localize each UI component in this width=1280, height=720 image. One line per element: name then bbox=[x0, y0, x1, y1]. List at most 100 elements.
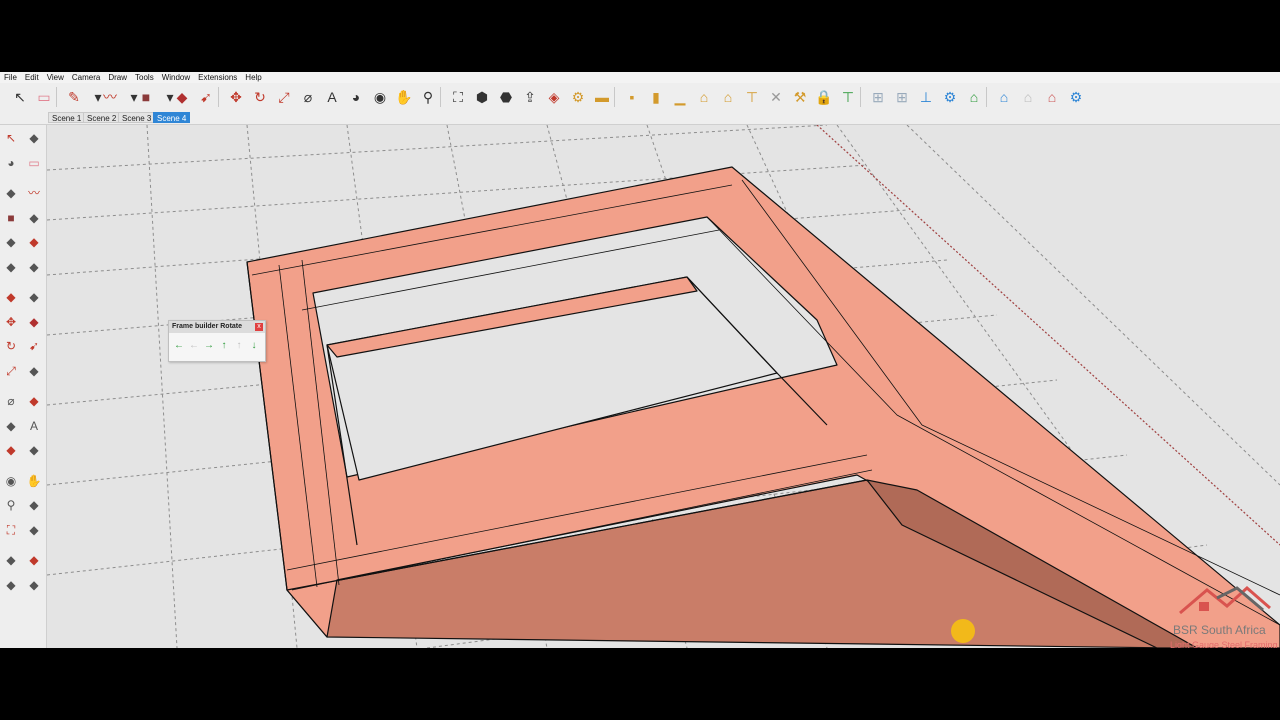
zoom-window-icon[interactable]: ◆ bbox=[25, 496, 43, 514]
paint-bucket-icon[interactable]: ◕ bbox=[2, 154, 20, 172]
previous-view-icon[interactable]: ◆ bbox=[25, 521, 43, 539]
menu-edit[interactable]: Edit bbox=[21, 72, 43, 83]
line-icon[interactable]: ◆ bbox=[2, 184, 20, 202]
extension-warehouse-icon[interactable]: ⬣ bbox=[496, 87, 516, 107]
zoom-extents-icon[interactable]: ⛶ bbox=[448, 87, 468, 107]
brace-icon[interactable]: ⊤ bbox=[742, 87, 762, 107]
circle-icon[interactable]: ◆ bbox=[2, 233, 20, 251]
rectangle-icon[interactable]: ■ bbox=[136, 87, 156, 107]
menu-tools[interactable]: Tools bbox=[131, 72, 158, 83]
polygon-icon[interactable]: ◆ bbox=[25, 233, 43, 251]
menu-window[interactable]: Window bbox=[158, 72, 194, 83]
push-pull-icon[interactable]: ◆ bbox=[25, 313, 43, 331]
menu-file[interactable]: File bbox=[0, 72, 21, 83]
follow-me-icon[interactable]: ➹ bbox=[196, 87, 216, 107]
settings-icon[interactable]: ⚙ bbox=[1066, 87, 1086, 107]
move-icon[interactable]: ✥ bbox=[226, 87, 246, 107]
pencil-icon[interactable]: ✎ bbox=[64, 87, 84, 107]
floor-icon[interactable]: ▁ bbox=[670, 87, 690, 107]
scale-icon[interactable]: ⤢ bbox=[274, 87, 294, 107]
offset-icon[interactable]: ◆ bbox=[25, 362, 43, 380]
roof-truss-4-icon[interactable]: ⌂ bbox=[1042, 87, 1062, 107]
close-icon[interactable]: x bbox=[255, 323, 263, 331]
rotate-icon[interactable]: ↻ bbox=[2, 337, 20, 355]
rotated-rectangle-icon[interactable]: ◆ bbox=[25, 209, 43, 227]
select-icon[interactable]: ↖ bbox=[10, 87, 30, 107]
frame-tee-icon[interactable]: ⊥ bbox=[916, 87, 936, 107]
frame-grid-icon[interactable]: ⊞ bbox=[868, 87, 888, 107]
scale-icon[interactable]: ⤢ bbox=[2, 362, 20, 380]
3d-text-icon[interactable]: ◆ bbox=[25, 441, 43, 459]
menu-draw[interactable]: Draw bbox=[104, 72, 131, 83]
rotate-up-alt-icon[interactable]: ↑ bbox=[231, 338, 247, 354]
look-around-icon[interactable]: ◆ bbox=[25, 551, 43, 569]
section-plane-icon[interactable]: ◆ bbox=[25, 576, 43, 594]
rotate-down-icon[interactable]: ↓ bbox=[246, 338, 262, 354]
protractor-icon[interactable]: ◆ bbox=[2, 417, 20, 435]
box-icon[interactable]: ▪ bbox=[622, 87, 642, 107]
zoom-icon[interactable]: ⚲ bbox=[2, 496, 20, 514]
scene-tab-3[interactable]: Scene 3 bbox=[118, 112, 156, 123]
follow-me-icon[interactable]: ➹ bbox=[25, 337, 43, 355]
ruby-icon[interactable]: ◈ bbox=[544, 87, 564, 107]
zoom-icon[interactable]: ⚲ bbox=[418, 87, 438, 107]
settings-icon[interactable]: ⚙ bbox=[940, 87, 960, 107]
menu-view[interactable]: View bbox=[43, 72, 68, 83]
orbit-icon[interactable]: ◉ bbox=[370, 87, 390, 107]
freehand-icon[interactable]: 〰 bbox=[25, 184, 43, 202]
3d-viewport[interactable]: Frame builder Rotate x ← ← → ↑ ↑ ↓ bbox=[47, 125, 1280, 648]
walk-icon[interactable]: ◆ bbox=[2, 576, 20, 594]
paint-bucket-icon[interactable]: ◕ bbox=[346, 87, 366, 107]
cross-brace-icon[interactable]: ✕ bbox=[766, 87, 786, 107]
pan-icon[interactable]: ✋ bbox=[25, 472, 43, 490]
truss-icon[interactable]: ⌂ bbox=[694, 87, 714, 107]
text-icon[interactable]: A bbox=[322, 87, 342, 107]
text-icon[interactable]: A bbox=[25, 417, 43, 435]
lock-icon[interactable]: 🔒 bbox=[814, 87, 834, 107]
rotate-right-icon[interactable]: → bbox=[201, 338, 217, 354]
menu-camera[interactable]: Camera bbox=[68, 72, 104, 83]
roof-truss-2-icon[interactable]: ⌂ bbox=[994, 87, 1014, 107]
frame-green-icon[interactable]: ⊤ bbox=[838, 87, 858, 107]
scene-tab-1[interactable]: Scene 1 bbox=[48, 112, 86, 123]
orbit-icon[interactable]: ◉ bbox=[2, 472, 20, 490]
axes-icon[interactable]: ◆ bbox=[2, 441, 20, 459]
three-point-arc-icon[interactable]: ◆ bbox=[25, 288, 43, 306]
menu-extensions[interactable]: Extensions bbox=[194, 72, 241, 83]
select-icon[interactable]: ↖ bbox=[2, 129, 20, 147]
scene-tab-2[interactable]: Scene 2 bbox=[83, 112, 121, 123]
menu-help[interactable]: Help bbox=[241, 72, 265, 83]
share-model-icon[interactable]: ⇪ bbox=[520, 87, 540, 107]
rotate-up-icon[interactable]: ↑ bbox=[216, 338, 232, 354]
tape-measure-icon[interactable]: ⌀ bbox=[2, 392, 20, 410]
scene-tab-4[interactable]: Scene 4 bbox=[153, 112, 191, 123]
roof-truss-icon[interactable]: ⌂ bbox=[964, 87, 984, 107]
frame-grid-2-icon[interactable]: ⊞ bbox=[892, 87, 912, 107]
gear-icon[interactable]: ⚙ bbox=[568, 87, 588, 107]
two-point-arc-icon[interactable]: ◆ bbox=[2, 288, 20, 306]
move-icon[interactable]: ✥ bbox=[2, 313, 20, 331]
roof-truss-3-icon[interactable]: ⌂ bbox=[1018, 87, 1038, 107]
push-pull-icon[interactable]: ◆ bbox=[172, 87, 192, 107]
position-camera-icon[interactable]: ◆ bbox=[2, 551, 20, 569]
arc-icon[interactable]: ◆ bbox=[2, 258, 20, 276]
tape-measure-icon[interactable]: ⌀ bbox=[298, 87, 318, 107]
roof-icon[interactable]: ⌂ bbox=[718, 87, 738, 107]
steel-frame-model[interactable] bbox=[246, 166, 1280, 648]
rotate-left-icon[interactable]: ← bbox=[171, 338, 187, 354]
component-icon[interactable]: ◆ bbox=[25, 129, 43, 147]
rotate-icon[interactable]: ↻ bbox=[250, 87, 270, 107]
wall-icon[interactable]: ▬ bbox=[592, 87, 612, 107]
eraser-icon[interactable]: ▭ bbox=[34, 87, 54, 107]
zoom-extents-icon[interactable]: ⛶ bbox=[2, 521, 20, 539]
warehouse-icon[interactable]: ⬢ bbox=[472, 87, 492, 107]
rotate-left-alt-icon[interactable]: ← bbox=[186, 338, 202, 354]
pan-icon[interactable]: ✋ bbox=[394, 87, 414, 107]
column-icon[interactable]: ▮ bbox=[646, 87, 666, 107]
freehand-icon[interactable]: 〰 bbox=[100, 87, 120, 107]
pie-icon[interactable]: ◆ bbox=[25, 258, 43, 276]
dimension-icon[interactable]: ◆ bbox=[25, 392, 43, 410]
eraser-icon[interactable]: ▭ bbox=[25, 154, 43, 172]
model-canvas[interactable] bbox=[47, 125, 1280, 648]
tool-icon[interactable]: ⚒ bbox=[790, 87, 810, 107]
